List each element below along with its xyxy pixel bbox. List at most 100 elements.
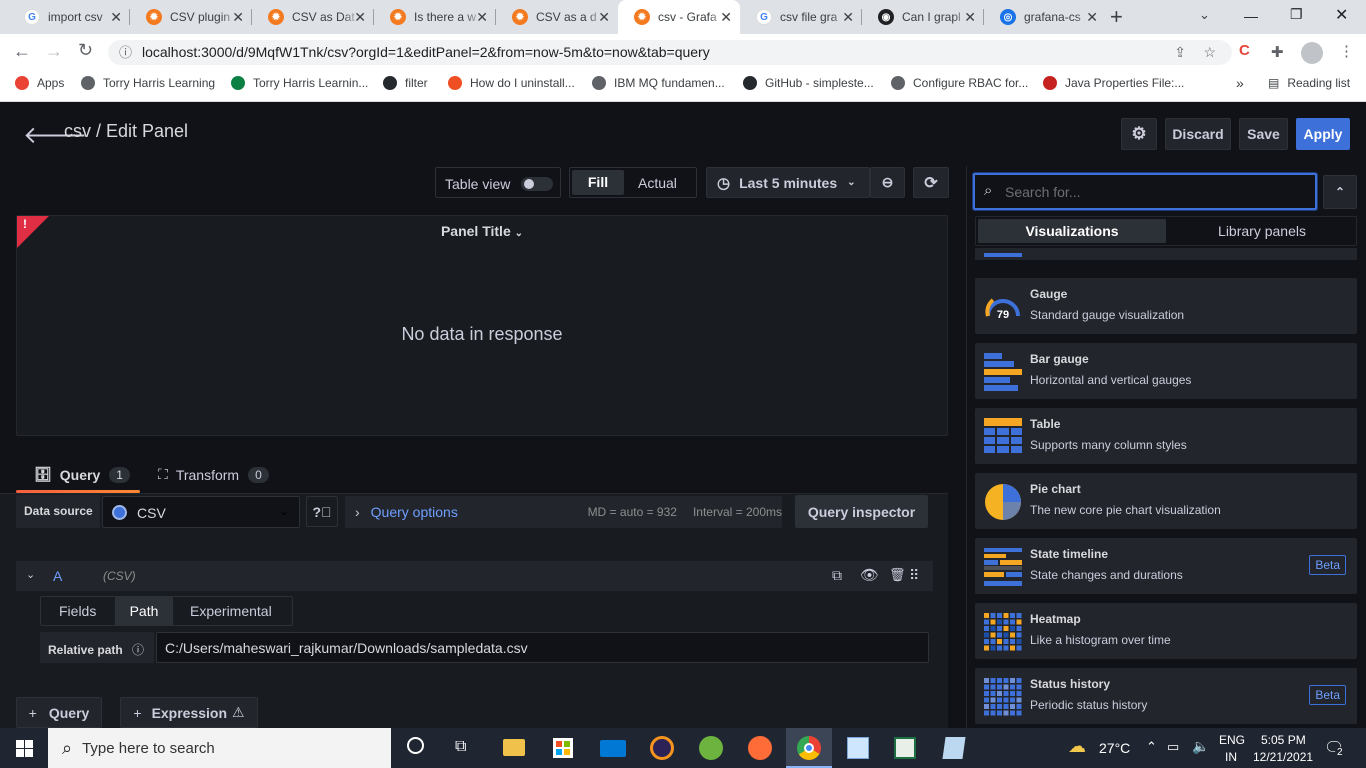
language-in[interactable]: IN	[1225, 750, 1237, 764]
temperature[interactable]: 27°C	[1099, 740, 1130, 756]
save-button[interactable]: Save	[1239, 118, 1288, 150]
collapse-picker-button[interactable]: ⌃	[1323, 175, 1357, 209]
close-tab-icon[interactable]: ✕	[476, 9, 488, 26]
browser-tab[interactable]: ✹ Is there a w ✕	[374, 0, 496, 34]
paint-icon[interactable]	[847, 737, 869, 759]
bookmarks-more[interactable]: »	[1236, 75, 1244, 91]
eclipse-icon[interactable]	[650, 736, 674, 760]
share-icon[interactable]: ⇪	[1174, 40, 1186, 65]
viz-item-pie-chart[interactable]: Pie chart The new core pie chart visualiz…	[975, 473, 1357, 529]
subtab-experimental[interactable]: Experimental	[190, 603, 272, 619]
maximize-icon[interactable]: ❐	[1290, 6, 1303, 23]
browser-tab[interactable]: Gimport csv ✕	[8, 0, 130, 34]
reload-icon[interactable]: ↻	[78, 40, 93, 61]
toggle-switch[interactable]	[521, 177, 553, 191]
browser-tab[interactable]: ✹ CSV plugin ✕	[130, 0, 252, 34]
bookmark-item[interactable]: Torry Harris Learning	[81, 76, 215, 90]
viz-item-gauge[interactable]: 79 Gauge Standard gauge visualization	[975, 278, 1357, 334]
discard-button[interactable]: Discard	[1165, 118, 1231, 150]
postman-icon[interactable]	[748, 736, 772, 760]
network-icon[interactable]: ▭	[1167, 739, 1179, 755]
back-icon[interactable]: ←	[13, 41, 31, 62]
bookmark-item[interactable]: How do I uninstall...	[448, 76, 575, 90]
puzzle-icon[interactable]: ✚	[1271, 43, 1284, 61]
close-tab-icon[interactable]: ✕	[110, 9, 122, 26]
settings-button[interactable]: ⚙	[1121, 118, 1157, 150]
bookmark-item[interactable]: Apps	[15, 76, 64, 90]
bookmark-item[interactable]: Configure RBAC for...	[891, 76, 1028, 90]
menu-icon[interactable]: ⋮	[1339, 42, 1354, 60]
volume-icon[interactable]: 🔈	[1192, 738, 1209, 755]
bookmark-item[interactable]: Java Properties File:...	[1043, 76, 1184, 90]
close-tab-icon[interactable]: ✕	[720, 9, 732, 26]
tab-search-icon[interactable]: ⌄	[1199, 7, 1210, 23]
profile-avatar[interactable]	[1301, 42, 1323, 64]
weather-icon[interactable]: ☁	[1068, 736, 1086, 757]
data-source-select[interactable]: CSV ⌄	[102, 496, 300, 528]
duplicate-icon[interactable]: ⧉	[832, 567, 842, 584]
trash-icon[interactable]: 🗑	[889, 567, 906, 583]
taskbar-search-box[interactable]: ⌕ Type here to search	[48, 728, 391, 768]
query-row-header[interactable]: ⌄ A (CSV) ⧉ 👁 🗑 ⠿	[16, 561, 933, 591]
drag-handle-icon[interactable]: ⠿	[909, 567, 919, 584]
cortana-icon[interactable]	[407, 737, 424, 754]
windows-start-icon[interactable]	[16, 740, 33, 757]
subtab-fields[interactable]: Fields	[59, 603, 96, 619]
viz-item-state-timeline[interactable]: State timeline State changes and duration…	[975, 538, 1357, 594]
query-ref-id[interactable]: A	[53, 568, 62, 584]
bookmark-item[interactable]: filter	[383, 76, 428, 90]
bookmark-item[interactable]: GitHub - simpleste...	[743, 76, 874, 90]
browser-tab[interactable]: ✹ CSV as Dat ✕	[252, 0, 374, 34]
tab-library-panels[interactable]: Library panels	[1168, 219, 1356, 243]
excel-icon[interactable]	[894, 737, 916, 759]
apply-button[interactable]: Apply	[1296, 118, 1350, 150]
relative-path-input[interactable]: C:/Users/maheswari_rajkumar/Downloads/sa…	[156, 632, 929, 663]
close-tab-icon[interactable]: ✕	[232, 9, 244, 26]
chrome-taskbar-icon[interactable]	[786, 728, 832, 768]
add-query-button[interactable]: + Query	[16, 697, 102, 728]
tab-transform[interactable]: ⛶ Transform 0	[158, 466, 269, 483]
bookmark-item[interactable]: Torry Harris Learnin...	[231, 76, 368, 90]
tab-visualizations[interactable]: Visualizations	[978, 219, 1166, 243]
task-view-icon[interactable]: ⧉	[455, 738, 466, 756]
browser-tab[interactable]: ✹ CSV as a d ✕	[496, 0, 618, 34]
actual-option[interactable]: Actual	[638, 175, 677, 191]
bookmark-star-icon[interactable]: ☆	[1203, 40, 1216, 65]
fill-option[interactable]: Fill	[572, 170, 624, 195]
close-tab-icon[interactable]: ✕	[354, 9, 366, 26]
eye-icon[interactable]: 👁	[860, 566, 879, 584]
forward-icon[interactable]: →	[45, 41, 63, 62]
close-tab-icon[interactable]: ✕	[598, 9, 610, 26]
refresh-button[interactable]: ⟳	[913, 167, 949, 198]
collapse-icon[interactable]: ⌄	[26, 568, 35, 581]
close-tab-icon[interactable]: ✕	[964, 9, 976, 26]
file-explorer-icon[interactable]	[503, 739, 525, 756]
time-picker-button[interactable]: ◷ Last 5 minutes ⌄	[706, 167, 870, 198]
clock-time[interactable]: 5:05 PM	[1261, 733, 1306, 747]
bookmark-item[interactable]: IBM MQ fundamen...	[592, 76, 725, 90]
zoom-out-button[interactable]: ⊖	[870, 167, 905, 198]
mail-icon[interactable]	[600, 740, 626, 757]
close-window-icon[interactable]: ✕	[1335, 5, 1348, 25]
language-en[interactable]: ENG	[1219, 733, 1245, 747]
query-inspector-button[interactable]: Query inspector	[795, 495, 928, 528]
new-tab-button[interactable]: +	[1110, 4, 1130, 30]
store-icon[interactable]	[553, 738, 573, 758]
add-expression-button[interactable]: + Expression ⚠	[120, 697, 258, 728]
spring-icon[interactable]	[699, 736, 723, 760]
close-tab-icon[interactable]: ✕	[842, 9, 854, 26]
viz-item-status-history[interactable]: Status history Periodic status history Bet…	[975, 668, 1357, 724]
browser-tab[interactable]: ✹ csv - Grafa ✕	[618, 0, 740, 34]
viz-item-bar-gauge[interactable]: Bar gauge Horizontal and vertical gauges	[975, 343, 1357, 399]
chevron-up-icon[interactable]: ⌃	[1146, 739, 1157, 755]
viz-search-input[interactable]: ⌕ Search for...	[973, 173, 1317, 210]
tab-query[interactable]: 🗄 Query 1	[34, 466, 130, 483]
viz-item-table[interactable]: Table Supports many column styles	[975, 408, 1357, 464]
table-view-toggle[interactable]: Table view	[435, 167, 561, 198]
clock-date[interactable]: 12/21/2021	[1253, 750, 1313, 764]
help-button[interactable]: ?⃝	[306, 496, 338, 527]
query-options-toggle[interactable]: › Query options MD = auto = 932 Interval…	[345, 496, 782, 528]
browser-tab[interactable]: ◎ grafana-cs ✕	[984, 0, 1106, 34]
reading-list-button[interactable]: ▤ Reading list	[1268, 76, 1350, 90]
close-tab-icon[interactable]: ✕	[1086, 9, 1098, 26]
